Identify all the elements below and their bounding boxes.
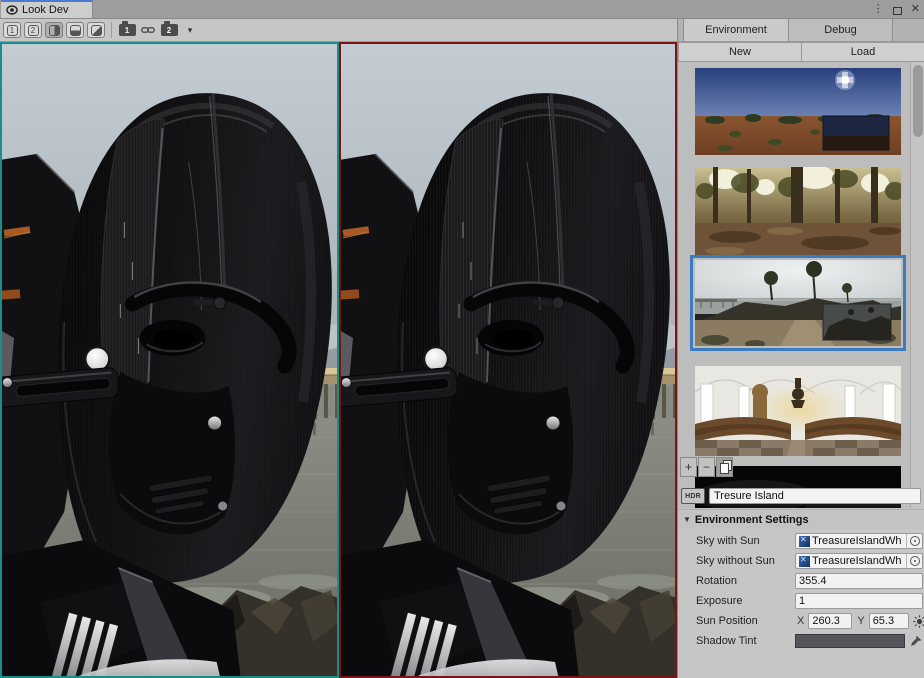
camera-1-icon: 1: [119, 24, 136, 36]
environment-settings-title: Environment Settings: [695, 514, 809, 526]
link-icon: [141, 25, 155, 35]
view2-glyph: 2: [28, 25, 39, 36]
hdri-list: [678, 62, 924, 508]
object-picker-icon[interactable]: [906, 534, 922, 548]
cubemap-asset-icon: [799, 536, 810, 547]
toolbar-separator: [111, 22, 112, 38]
hdri-list-scrollbar[interactable]: [910, 62, 924, 508]
sun-position-picker-button[interactable]: [912, 614, 924, 629]
camera-options-dropdown[interactable]: ▾: [181, 22, 199, 38]
sky-without-sun-row: Sky without Sun TreasureIslandWh: [678, 551, 924, 571]
lookdev-toolbar: 1 2 1 2 ▾: [0, 19, 677, 42]
split-vertical-button[interactable]: [45, 22, 63, 38]
link-cameras-button[interactable]: [139, 22, 157, 38]
cubemap-asset-icon: [799, 556, 810, 567]
sky-without-sun-value: TreasureIslandWh: [812, 555, 906, 567]
shadow-tint-color-swatch[interactable]: [795, 634, 905, 648]
camera-2-button[interactable]: 2: [160, 22, 178, 38]
exposure-label: Exposure: [696, 595, 742, 607]
duplicate-icon: [721, 462, 729, 472]
remove-hdri-button[interactable]: −: [698, 457, 715, 477]
y-axis-label: Y: [857, 615, 864, 627]
shadow-tint-label: Shadow Tint: [696, 635, 757, 647]
lookdev-viewport: [0, 42, 677, 678]
x-axis-label: X: [797, 615, 804, 627]
exposure-input[interactable]: 1: [795, 593, 923, 609]
split-diagonal-button[interactable]: [87, 22, 105, 38]
hdri-thumbnail-church[interactable]: [695, 366, 901, 456]
split-horizontal-icon: [70, 25, 81, 36]
split-vertical-icon: [49, 25, 60, 36]
library-actions: New Load: [678, 42, 924, 62]
hdri-list-toolbar: + −: [680, 457, 733, 477]
window-title: Look Dev: [22, 4, 68, 16]
sky-without-sun-label: Sky without Sun: [696, 555, 775, 567]
treasure-island-thumbnail-image: [695, 260, 901, 346]
sun-position-x-input[interactable]: 260.3: [808, 613, 852, 629]
object-picker-icon[interactable]: [906, 554, 922, 568]
add-hdri-button[interactable]: +: [680, 457, 697, 477]
eye-icon: [6, 5, 18, 15]
hdri-name-input[interactable]: [709, 488, 921, 504]
foldout-triangle-icon[interactable]: ▼: [683, 515, 691, 524]
lookdev-view-2[interactable]: [339, 42, 677, 678]
tab-environment[interactable]: Environment: [683, 19, 789, 41]
view1-glyph: 1: [7, 25, 18, 36]
rotation-input[interactable]: 355.4: [795, 573, 923, 589]
hdr-name-row: HDR: [678, 485, 924, 507]
hdr-badge: HDR: [681, 488, 705, 504]
sky-with-sun-value: TreasureIslandWh: [812, 535, 906, 547]
eyedropper-icon: [910, 635, 922, 647]
rotation-row: Rotation 355.4: [678, 571, 924, 591]
single-view-2-button[interactable]: 2: [24, 22, 42, 38]
hdri-thumbnail-treasure-island[interactable]: [695, 260, 901, 346]
outback-thumbnail-image: [695, 68, 901, 155]
hdri-thumbnail-outback[interactable]: [695, 68, 901, 155]
sun-icon: [913, 615, 924, 628]
sun-position-row: Sun Position X 260.3 Y 65.3: [678, 611, 924, 631]
environment-panel: Environment Debug New Load: [677, 19, 924, 678]
eyedropper-button[interactable]: [908, 634, 923, 649]
sun-position-y-input[interactable]: 65.3: [869, 613, 909, 629]
split-horizontal-button[interactable]: [66, 22, 84, 38]
render-scene-1: [0, 42, 339, 678]
church-thumbnail-image: [695, 366, 901, 456]
sky-with-sun-row: Sky with Sun TreasureIslandWh: [678, 531, 924, 551]
rotation-label: Rotation: [696, 575, 737, 587]
hdri-thumbnail-forest[interactable]: [695, 167, 901, 257]
duplicate-hdri-button[interactable]: [716, 457, 733, 477]
sky-with-sun-label: Sky with Sun: [696, 535, 760, 547]
new-button[interactable]: New: [678, 42, 802, 62]
window-maximize-icon[interactable]: [893, 7, 902, 15]
scrollbar-thumb[interactable]: [913, 65, 923, 137]
lookdev-view-1[interactable]: [0, 42, 339, 678]
window-close-icon[interactable]: ✕: [911, 1, 920, 17]
sky-with-sun-object-field[interactable]: TreasureIslandWh: [795, 533, 923, 549]
shadow-tint-row: Shadow Tint: [678, 631, 924, 651]
render-scene-2: [339, 42, 677, 678]
camera-1-button[interactable]: 1: [118, 22, 136, 38]
single-view-1-button[interactable]: 1: [3, 22, 21, 38]
window-menu-icon[interactable]: ⋮: [873, 1, 884, 17]
camera-2-icon: 2: [161, 24, 178, 36]
load-button[interactable]: Load: [802, 42, 924, 62]
window-titlebar: Look Dev ⋮ ✕: [0, 0, 924, 19]
sky-without-sun-object-field[interactable]: TreasureIslandWh: [795, 553, 923, 569]
tab-debug[interactable]: Debug: [789, 19, 893, 41]
panel-tab-bar: Environment Debug: [678, 19, 924, 42]
sun-position-label: Sun Position: [696, 615, 758, 627]
environment-settings-header[interactable]: ▼ Environment Settings: [678, 509, 924, 529]
exposure-row: Exposure 1: [678, 591, 924, 611]
forest-thumbnail-image: [695, 167, 901, 257]
split-diagonal-icon: [91, 25, 102, 36]
lookdev-window-tab[interactable]: Look Dev: [1, 0, 93, 18]
